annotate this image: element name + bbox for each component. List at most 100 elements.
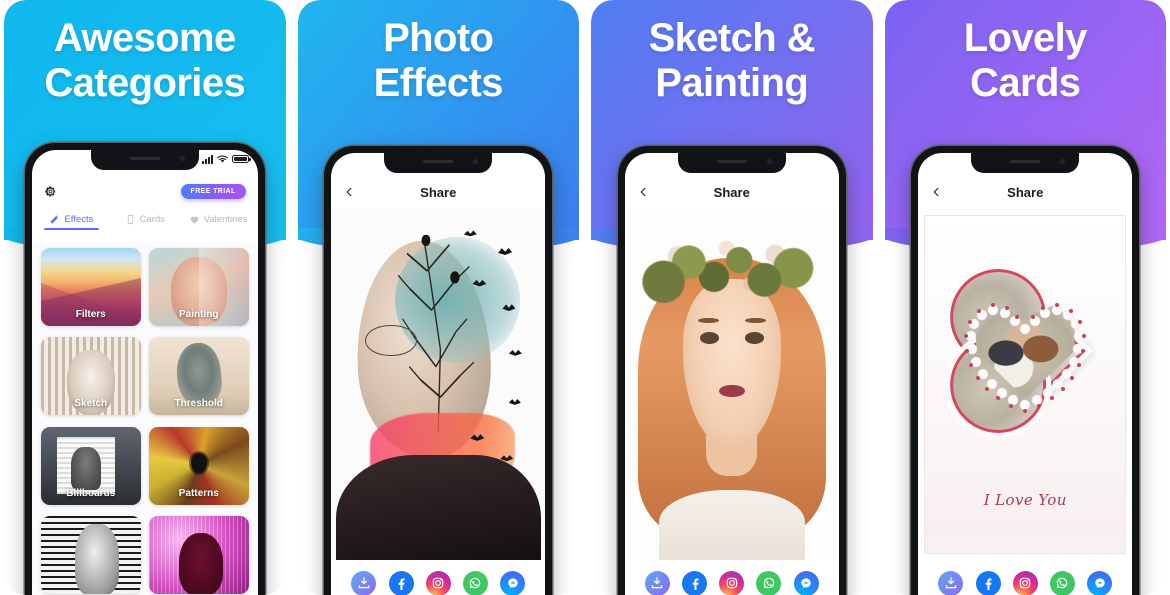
flower-crown xyxy=(641,223,822,322)
camera-icon xyxy=(1060,159,1066,164)
facebook-icon xyxy=(692,578,699,590)
tab-valentines[interactable]: Valentines xyxy=(188,214,247,229)
tile-label: Billboards xyxy=(66,487,116,499)
screenshot-panel-sketch-painting[interactable]: Sketch & Painting Share xyxy=(591,0,873,595)
share-title: Share xyxy=(1007,184,1044,200)
card-message: I Love You xyxy=(983,491,1067,510)
tile-label: Filters xyxy=(75,309,106,320)
whatsapp-icon xyxy=(1057,577,1068,589)
instagram-icon xyxy=(432,577,444,589)
tile-label: Painting xyxy=(179,309,219,320)
share-whatsapp-button[interactable] xyxy=(756,570,782,595)
phone-screen: FREE TRIAL Effects Cards Valentines Filt… xyxy=(31,150,258,595)
effect-tile-threshold[interactable]: Threshold xyxy=(148,337,249,416)
back-chevron-icon[interactable] xyxy=(931,187,942,198)
effect-tile-filters[interactable]: Filters xyxy=(40,248,141,326)
panel-title: Sketch & Painting xyxy=(648,16,816,105)
share-messenger-button[interactable] xyxy=(500,570,526,595)
share-header: Share xyxy=(918,175,1133,209)
bird-silhouette xyxy=(508,399,521,405)
status-bar xyxy=(201,154,251,164)
effects-grid: Filters Painting Sketch Threshold Billbo… xyxy=(31,242,258,595)
effect-tile-patterns[interactable]: Patterns xyxy=(148,426,249,505)
share-whatsapp-button[interactable] xyxy=(462,570,488,595)
effect-tile-glitter[interactable] xyxy=(148,515,249,594)
effect-tile-billboards[interactable]: Billboards xyxy=(40,426,141,505)
back-chevron-icon[interactable] xyxy=(638,187,649,198)
share-messenger-button[interactable] xyxy=(1087,570,1113,595)
tile-label: Threshold xyxy=(174,398,223,410)
wifi-icon xyxy=(216,155,228,163)
eye xyxy=(744,331,764,344)
speaker-icon xyxy=(716,160,747,163)
share-instagram-button[interactable] xyxy=(425,570,451,595)
instagram-icon xyxy=(1019,577,1031,589)
share-instagram-button[interactable] xyxy=(719,570,745,595)
messenger-icon xyxy=(1094,578,1105,589)
panel-title: Lovely Cards xyxy=(963,16,1088,105)
category-tabs: Effects Cards Valentines xyxy=(32,208,258,234)
effect-tile-stripes[interactable] xyxy=(40,515,141,594)
tile-thumbnail xyxy=(40,515,141,594)
effect-tile-sketch[interactable]: Sketch xyxy=(40,337,141,416)
tab-effects[interactable]: Effects xyxy=(42,213,101,230)
speaker-icon xyxy=(129,157,160,160)
facebook-icon xyxy=(398,578,405,590)
phone-mockup: FREE TRIAL Effects Cards Valentines Filt… xyxy=(24,143,265,595)
speaker-icon xyxy=(1010,160,1041,163)
share-facebook-button[interactable] xyxy=(975,570,1001,595)
app-bar: FREE TRIAL xyxy=(32,174,258,208)
tab-label: Valentines xyxy=(203,213,248,225)
free-trial-badge[interactable]: FREE TRIAL xyxy=(180,183,246,199)
phone-mockup: Share xyxy=(617,146,846,595)
share-messenger-button[interactable] xyxy=(793,570,819,595)
notch xyxy=(677,153,786,173)
share-download-button[interactable] xyxy=(644,570,670,595)
tile-label: Patterns xyxy=(178,487,219,499)
dark-coat xyxy=(335,454,541,560)
signal-icon xyxy=(201,154,213,164)
tab-label: Effects xyxy=(64,213,94,225)
painted-portrait-artwork xyxy=(624,209,839,560)
magic-wand-icon xyxy=(50,214,60,224)
phone-mockup: Share xyxy=(911,146,1140,595)
tile-label: Sketch xyxy=(74,398,108,410)
share-facebook-button[interactable] xyxy=(388,570,414,595)
notch xyxy=(384,153,493,173)
back-chevron-icon[interactable] xyxy=(344,187,355,198)
share-instagram-button[interactable] xyxy=(1012,570,1038,595)
notch xyxy=(90,150,199,170)
screenshot-panel-awesome-categories[interactable]: Awesome Categories FREE TRIAL Effects Ca… xyxy=(4,0,286,595)
phone-screen: Share xyxy=(331,153,546,595)
artwork-canvas[interactable] xyxy=(331,209,546,560)
share-download-button[interactable] xyxy=(351,570,377,595)
gear-icon[interactable] xyxy=(44,185,57,198)
screenshot-panel-lovely-cards[interactable]: Lovely Cards Share I Love You xyxy=(884,0,1166,595)
share-whatsapp-button[interactable] xyxy=(1049,570,1075,595)
artwork-canvas[interactable]: I Love You xyxy=(918,209,1133,560)
camera-icon xyxy=(473,159,479,164)
eye xyxy=(699,331,719,344)
panel-title: Photo Effects xyxy=(373,16,504,105)
tab-cards[interactable]: Cards xyxy=(115,214,174,229)
share-download-button[interactable] xyxy=(938,570,964,595)
notch xyxy=(971,153,1080,173)
battery-icon xyxy=(231,155,251,163)
download-icon xyxy=(358,577,370,589)
speaker-icon xyxy=(423,160,454,163)
screenshot-panel-photo-effects[interactable]: Photo Effects Share xyxy=(297,0,579,595)
clothing xyxy=(658,489,805,560)
share-title: Share xyxy=(713,184,750,200)
facebook-icon xyxy=(985,578,992,590)
artwork-canvas[interactable] xyxy=(624,209,839,560)
phone-screen: Share xyxy=(918,153,1133,595)
messenger-icon xyxy=(801,578,811,589)
phone-screen: Share xyxy=(624,153,839,595)
whatsapp-icon xyxy=(763,577,775,589)
share-facebook-button[interactable] xyxy=(682,570,708,595)
bird-silhouette xyxy=(508,349,522,356)
download-icon xyxy=(945,577,957,589)
tile-thumbnail xyxy=(148,515,249,594)
share-header: Share xyxy=(331,175,546,209)
effect-tile-painting[interactable]: Painting xyxy=(148,248,249,326)
